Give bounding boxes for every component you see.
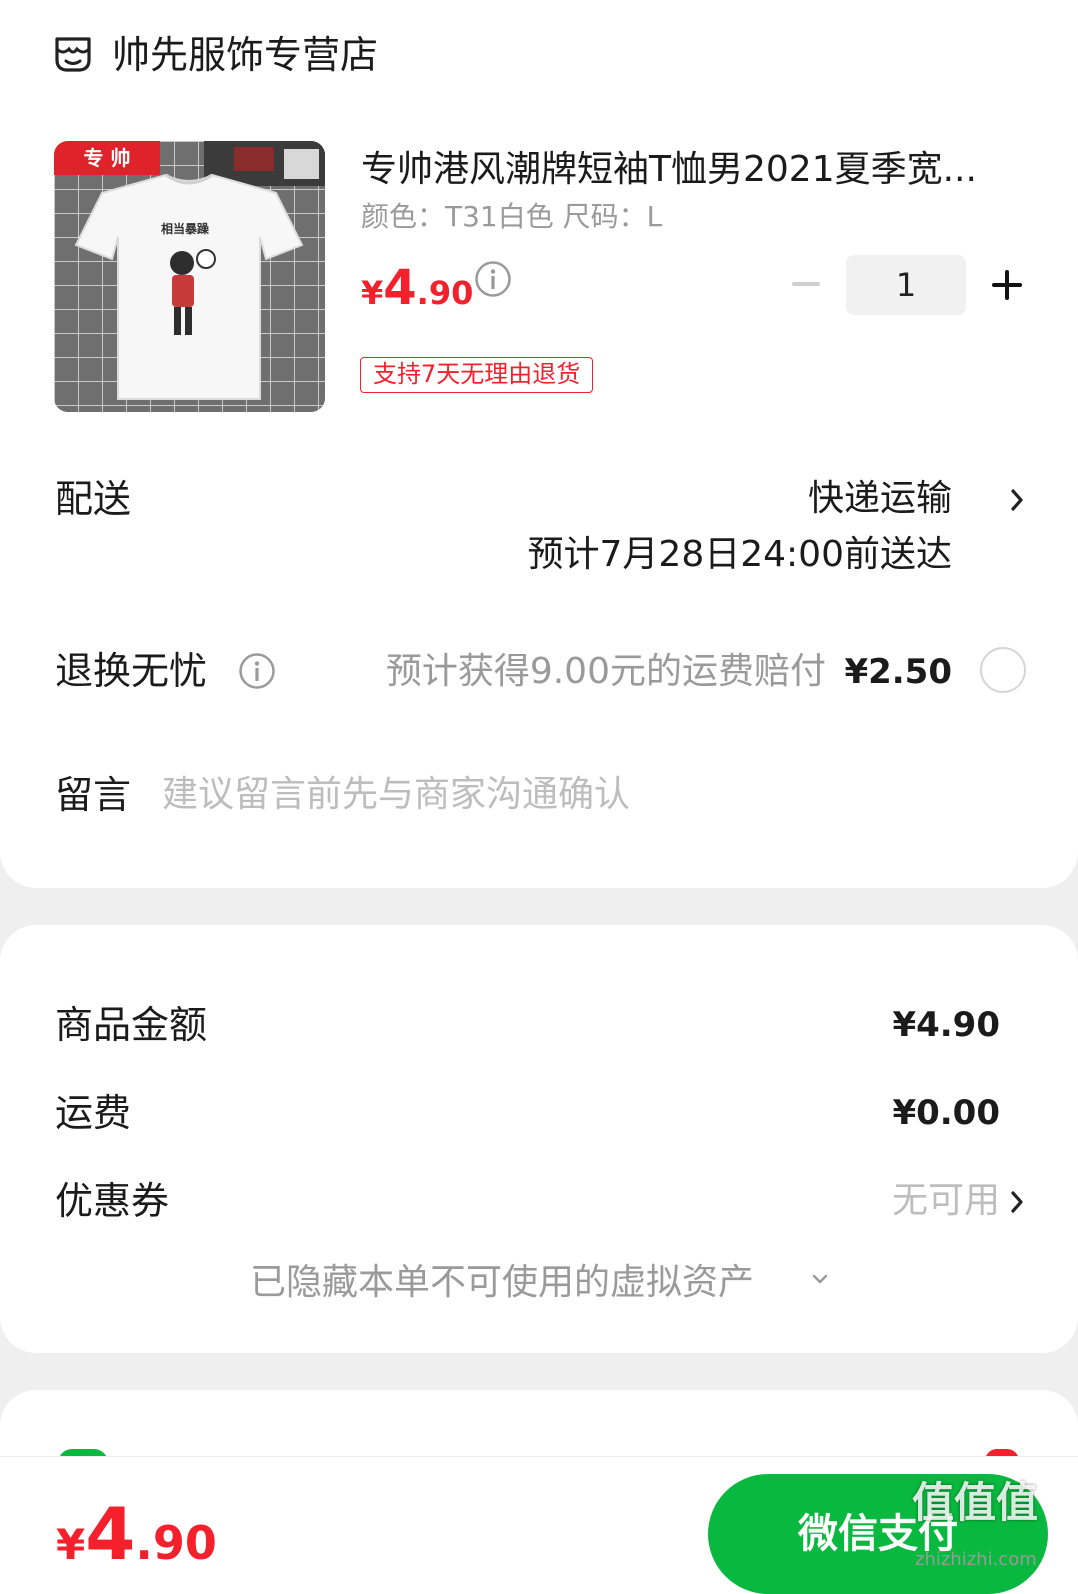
insurance-info-icon[interactable] bbox=[238, 652, 276, 690]
watermark-url: zhizhizhi.com bbox=[915, 1549, 1037, 1570]
product-image[interactable]: 专 帅 相当暴躁 bbox=[54, 141, 325, 412]
return-policy-badge: 支持7天无理由退货 bbox=[360, 357, 594, 393]
product-title[interactable]: 专帅港风潮牌短袖T恤男2021夏季宽... bbox=[361, 145, 1021, 195]
total-price: ¥4.90 bbox=[56, 1494, 217, 1594]
quantity-value[interactable]: 1 bbox=[846, 255, 966, 315]
price-decimal: .90 bbox=[416, 274, 474, 312]
total-decimal: .90 bbox=[135, 1516, 217, 1570]
coupon-label: 优惠券 bbox=[55, 1179, 170, 1223]
goods-amount-value: ¥4.90 bbox=[892, 1005, 1000, 1045]
coupon-value[interactable]: 无可用 bbox=[892, 1176, 1000, 1226]
message-input[interactable]: 建议留言前先与商家沟通确认 bbox=[162, 770, 630, 820]
insurance-description: 预计获得9.00元的运费赔付 bbox=[385, 651, 826, 692]
price-info-icon[interactable] bbox=[474, 260, 512, 298]
hidden-assets-toggle[interactable]: 已隐藏本单不可使用的虚拟资产 bbox=[250, 1258, 754, 1308]
chevron-down-icon[interactable] bbox=[810, 1272, 830, 1286]
store-name[interactable]: 帅先服饰专营店 bbox=[112, 30, 378, 80]
shipping-fee-value: ¥0.00 bbox=[892, 1093, 1000, 1133]
delivery-eta: 预计7月28日24:00前送达 bbox=[527, 534, 952, 575]
price-integer: 4 bbox=[383, 260, 417, 316]
total-integer: 4 bbox=[85, 1492, 136, 1576]
return-insurance-label: 退换无忧 bbox=[55, 649, 208, 693]
delivery-method[interactable]: 快递运输 bbox=[808, 474, 952, 524]
message-label: 留言 bbox=[55, 773, 132, 817]
tshirt-illustration: 专 帅 相当暴躁 bbox=[54, 141, 325, 412]
watermark-logo: 值值值 bbox=[912, 1478, 1039, 1527]
product-spec[interactable]: 颜色：T31白色 尺码：L bbox=[361, 197, 662, 237]
quantity-increase-button[interactable] bbox=[990, 268, 1024, 302]
shipping-fee-label: 运费 bbox=[55, 1091, 132, 1135]
product-price: ¥4.90 bbox=[361, 258, 473, 329]
price-currency: ¥ bbox=[361, 274, 384, 312]
delivery-label: 配送 bbox=[55, 477, 132, 521]
insurance-checkbox[interactable] bbox=[980, 647, 1026, 693]
total-currency: ¥ bbox=[56, 1520, 86, 1569]
goods-amount-label: 商品金额 bbox=[55, 1003, 208, 1047]
insurance-price: ¥2.50 bbox=[844, 652, 952, 692]
shirt-print-text: 相当暴躁 bbox=[161, 221, 209, 236]
order-card bbox=[0, 0, 1078, 888]
coupon-chevron-right-icon[interactable] bbox=[1010, 1190, 1024, 1214]
image-badge: 专 帅 bbox=[84, 146, 131, 170]
store-icon bbox=[55, 37, 91, 72]
delivery-chevron-right-icon[interactable] bbox=[1010, 488, 1024, 512]
quantity-decrease-button[interactable] bbox=[790, 268, 822, 300]
